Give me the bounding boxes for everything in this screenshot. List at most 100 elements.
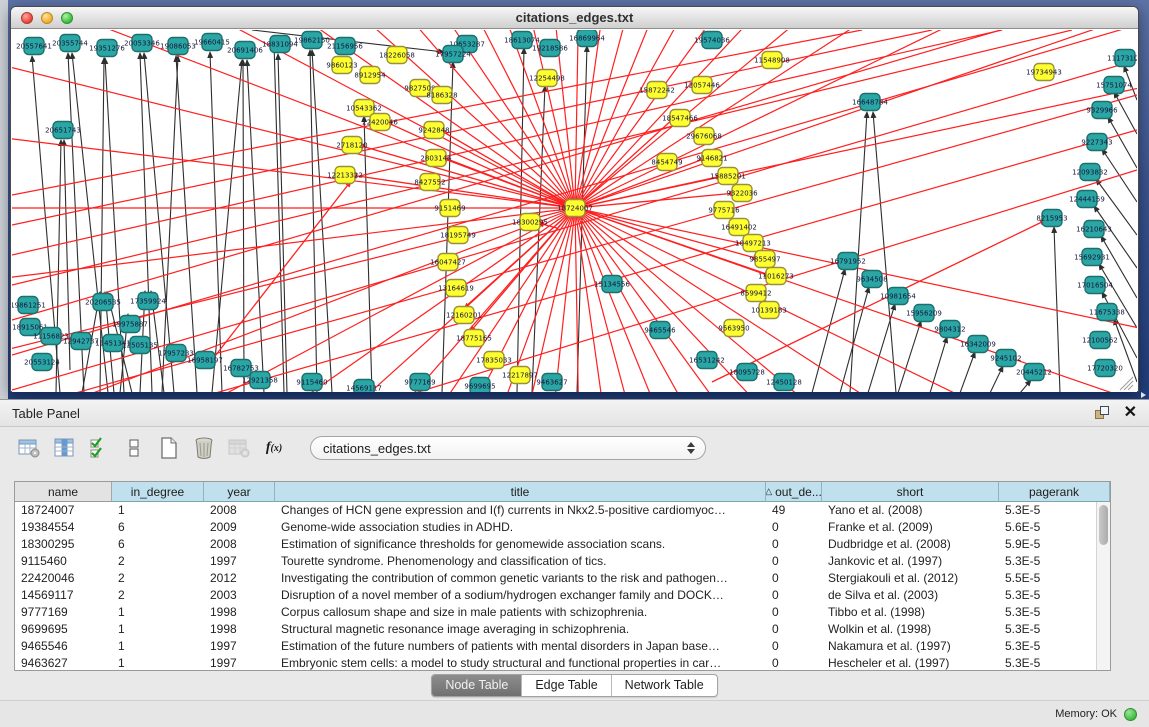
graph-node[interactable]: 9115460 bbox=[296, 374, 327, 391]
graph-node[interactable]: 18775165 bbox=[456, 330, 492, 347]
graph-node[interactable]: 15885201 bbox=[710, 168, 746, 185]
window-resize-grip[interactable] bbox=[1124, 381, 1133, 390]
table-row[interactable]: 2242004622012Investigating the contribut… bbox=[15, 570, 1110, 587]
function-builder-button[interactable]: f(x) bbox=[261, 435, 287, 461]
graph-node[interactable]: 20651743 bbox=[45, 122, 81, 139]
graph-node[interactable]: 15872242 bbox=[639, 82, 675, 99]
table-scrollbar[interactable] bbox=[1096, 502, 1110, 670]
graph-node[interactable]: 15956209 bbox=[906, 305, 942, 322]
graph-node[interactable]: 12093832 bbox=[1072, 164, 1108, 181]
graph-node[interactable]: 19574036 bbox=[694, 32, 730, 49]
table-row[interactable]: 1872400712008Changes of HCN gene express… bbox=[15, 502, 1110, 519]
float-panel-icon[interactable] bbox=[1095, 406, 1110, 420]
table-row[interactable]: 977716911998Corpus callosum shape and si… bbox=[15, 604, 1110, 621]
vertical-split-button[interactable] bbox=[121, 435, 147, 461]
column-header-pagerank[interactable]: pagerank bbox=[999, 482, 1110, 502]
select-rows-button[interactable] bbox=[86, 435, 112, 461]
graph-node[interactable]: 9151469 bbox=[434, 200, 465, 217]
column-header-year[interactable]: year bbox=[204, 482, 275, 502]
column-header-in_degree[interactable]: in_degree bbox=[112, 482, 204, 502]
table-settings-button[interactable] bbox=[16, 435, 42, 461]
graph-node[interactable]: 15134556 bbox=[594, 276, 630, 293]
graph-node[interactable]: 17359924 bbox=[130, 293, 166, 310]
close-panel-icon[interactable]: ✕ bbox=[1124, 406, 1137, 420]
graph-node[interactable]: 12100562 bbox=[1082, 332, 1118, 349]
network-window[interactable]: citations_edges.txt 20557641203557441935… bbox=[10, 6, 1139, 392]
graph-node[interactable]: 9775716 bbox=[708, 202, 740, 219]
graph-node[interactable]: 9804312 bbox=[934, 321, 965, 338]
table-row[interactable]: 1938455462009Genome-wide association stu… bbox=[15, 519, 1110, 536]
graph-node[interactable]: 29676068 bbox=[686, 128, 722, 145]
graph-node[interactable]: 9563950 bbox=[718, 320, 749, 337]
minimize-window-button[interactable] bbox=[41, 12, 53, 24]
scrollbar-thumb[interactable] bbox=[1099, 505, 1108, 545]
close-window-button[interactable] bbox=[21, 12, 33, 24]
delete-table-button[interactable] bbox=[226, 435, 252, 461]
table-source-select[interactable]: citations_edges.txt bbox=[310, 436, 706, 460]
graph-node[interactable]: 17835033 bbox=[476, 352, 512, 369]
graph-node[interactable]: 20557641 bbox=[16, 38, 52, 55]
graph-node[interactable]: 9329966 bbox=[1086, 102, 1118, 119]
graph-node[interactable]: 10981654 bbox=[880, 288, 916, 305]
graph-node[interactable]: 18095728 bbox=[729, 364, 765, 381]
graph-node[interactable]: 18195749 bbox=[440, 227, 476, 244]
graph-node[interactable]: 15692931 bbox=[1074, 249, 1110, 266]
graph-node[interactable]: 12444159 bbox=[1069, 191, 1105, 208]
graph-node[interactable]: 16491402 bbox=[721, 219, 757, 236]
graph-node[interactable]: 19734943 bbox=[1026, 64, 1062, 81]
graph-node[interactable]: 9227343 bbox=[1081, 134, 1112, 151]
graph-node[interactable]: 19351276 bbox=[89, 40, 125, 57]
graph-node[interactable]: 20355744 bbox=[52, 35, 88, 52]
column-header-title[interactable]: title bbox=[275, 482, 766, 502]
graph-node[interactable]: 20445212 bbox=[1016, 364, 1052, 381]
network-window-titlebar[interactable]: citations_edges.txt bbox=[11, 7, 1138, 29]
graph-node[interactable]: 9855497 bbox=[749, 251, 780, 268]
table-row[interactable]: 1456911722003Disruption of a novel membe… bbox=[15, 587, 1110, 604]
table-row[interactable]: 969969511998Structural magnetic resonanc… bbox=[15, 621, 1110, 638]
graph-node[interactable]: 18831094 bbox=[262, 36, 298, 53]
delete-entries-button[interactable] bbox=[191, 435, 217, 461]
column-header-name[interactable]: name bbox=[15, 482, 112, 502]
graph-node[interactable]: 9463627 bbox=[536, 374, 567, 391]
network-canvas[interactable]: 2055764120355744193512762005334619086053… bbox=[12, 30, 1137, 392]
graph-node[interactable]: 21156956 bbox=[327, 38, 363, 55]
graph-node[interactable]: 16531242 bbox=[689, 352, 725, 369]
graph-node[interactable]: 12450128 bbox=[766, 374, 802, 391]
graph-node[interactable]: 20691406 bbox=[227, 42, 263, 59]
graph-node[interactable]: 8215953 bbox=[1036, 210, 1067, 227]
graph-node[interactable]: 9860123 bbox=[326, 57, 357, 74]
graph-node[interactable]: 18226058 bbox=[379, 47, 415, 64]
graph-node[interactable]: 9322036 bbox=[726, 185, 758, 202]
graph-node[interactable]: 19975887 bbox=[112, 316, 148, 333]
graph-node[interactable]: 9146821 bbox=[696, 150, 727, 167]
graph-node[interactable]: 9465546 bbox=[644, 322, 676, 339]
graph-node[interactable]: 9699695 bbox=[464, 378, 495, 393]
column-header-out_de[interactable]: △out_de... bbox=[766, 482, 822, 502]
graph-node[interactable]: 9242848 bbox=[418, 122, 449, 139]
graph-node[interactable]: 20553124 bbox=[24, 354, 60, 371]
table-row[interactable]: 911546021997Tourette syndrome. Phenomeno… bbox=[15, 553, 1110, 570]
tab-node-table[interactable]: Node Table bbox=[432, 675, 521, 696]
table-row[interactable]: 1830029562008Estimation of significance … bbox=[15, 536, 1110, 553]
graph-node[interactable]: 8912954 bbox=[354, 67, 386, 84]
graph-node[interactable]: 10139183 bbox=[751, 302, 787, 319]
graph-node[interactable]: 16648784 bbox=[852, 94, 888, 111]
graph-node[interactable]: 11173106 bbox=[1107, 50, 1137, 67]
graph-node[interactable]: 12254498 bbox=[529, 70, 565, 87]
graph-node[interactable]: 14569117 bbox=[346, 380, 382, 393]
graph-node[interactable]: 20206535 bbox=[85, 294, 121, 311]
graph-node[interactable]: 8599412 bbox=[740, 285, 771, 302]
show-columns-button[interactable] bbox=[51, 435, 77, 461]
column-header-short[interactable]: short bbox=[822, 482, 999, 502]
graph-node[interactable]: 17720320 bbox=[1087, 360, 1123, 377]
graph-node[interactable]: 19086053 bbox=[160, 38, 196, 55]
zoom-window-button[interactable] bbox=[61, 12, 73, 24]
graph-node[interactable]: 19660415 bbox=[194, 34, 230, 51]
tab-network-table[interactable]: Network Table bbox=[611, 675, 717, 696]
graph-node[interactable]: 16342009 bbox=[960, 336, 996, 353]
table-row[interactable]: 946362711997Embryonic stem cells: a mode… bbox=[15, 655, 1110, 670]
table-row[interactable]: 946554611997Estimation of the future num… bbox=[15, 638, 1110, 655]
tab-edge-table[interactable]: Edge Table bbox=[521, 675, 610, 696]
graph-node[interactable]: 16047427 bbox=[430, 254, 466, 271]
panel-splitter-handle[interactable] bbox=[1141, 392, 1146, 398]
